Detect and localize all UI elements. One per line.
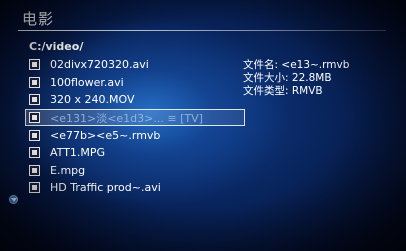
video-file-icon <box>29 59 40 71</box>
title-divider <box>18 30 386 31</box>
file-name: 100flower.avi <box>50 75 124 89</box>
file-name-info: 文件名: <e13~.rmvb <box>243 59 349 72</box>
media-player-screen: 电影 C:/video/ 02divx720320.avi 100flower.… <box>0 0 406 251</box>
file-list-item-selected[interactable]: <e131>淡<e1d3>... ≡ [TV] <box>25 108 245 127</box>
file-name-value: <e13~.rmvb <box>281 59 350 71</box>
video-file-icon <box>29 112 40 124</box>
file-name: E.mpg <box>50 163 86 177</box>
page-title: 电影 <box>22 10 55 28</box>
file-list-item[interactable]: HD Traffic prod~.avi <box>25 179 245 197</box>
file-name: ATT1.MPG <box>50 146 106 160</box>
current-path: C:/video/ <box>29 40 84 53</box>
file-name: 02divx720320.avi <box>50 58 149 72</box>
file-name: <e131>淡<e1d3>... ≡ [TV] <box>50 111 203 125</box>
file-list-item[interactable]: <e77b><e5~.rmvb <box>25 126 245 144</box>
file-type-value: RMVB <box>291 85 323 97</box>
file-name: <e77b><e5~.rmvb <box>50 128 161 142</box>
file-name-label: 文件名: <box>243 59 279 71</box>
file-list-item[interactable]: 02divx720320.avi <box>25 56 245 74</box>
video-file-icon <box>29 76 40 88</box>
video-file-icon <box>29 129 40 141</box>
file-list-item[interactable]: ATT1.MPG <box>25 144 245 162</box>
file-name: HD Traffic prod~.avi <box>50 181 161 195</box>
file-size-info: 文件大小: 22.8MB <box>243 72 349 85</box>
video-file-icon <box>29 182 40 194</box>
scroll-down-icon[interactable] <box>9 195 18 204</box>
video-file-icon <box>29 164 40 176</box>
file-list: 02divx720320.avi 100flower.avi 320 x 240… <box>25 56 245 197</box>
file-list-item[interactable]: E.mpg <box>25 162 245 180</box>
file-size-value: 22.8MB <box>291 72 332 84</box>
file-type-info: 文件类型: RMVB <box>243 85 349 98</box>
file-name: 320 x 240.MOV <box>50 93 135 107</box>
video-file-icon <box>29 94 40 106</box>
video-file-icon <box>29 147 40 159</box>
file-list-item[interactable]: 320 x 240.MOV <box>25 91 245 109</box>
file-list-item[interactable]: 100flower.avi <box>25 74 245 92</box>
file-size-label: 文件大小: <box>243 72 289 84</box>
file-info-panel: 文件名: <e13~.rmvb 文件大小: 22.8MB 文件类型: RMVB <box>243 59 349 98</box>
file-type-label: 文件类型: <box>243 85 289 97</box>
